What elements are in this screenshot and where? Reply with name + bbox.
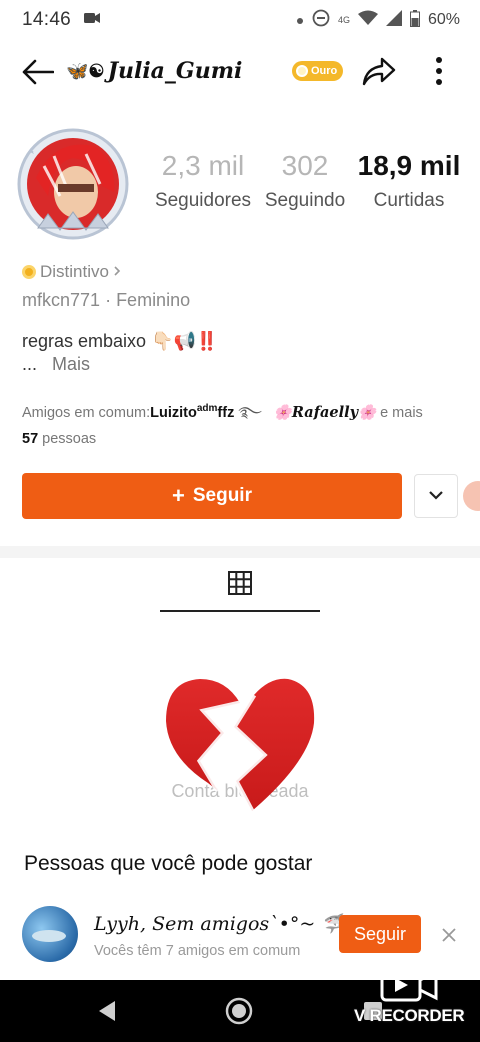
suggestion-follow-button[interactable]: Seguir — [339, 915, 421, 953]
likes-stat[interactable]: 18,9 mil Curtidas — [354, 150, 464, 212]
bio-more-link[interactable]: Mais — [52, 354, 90, 374]
mutual-suffix: e mais — [380, 404, 423, 421]
handle-row: mfkcn771 · Feminino — [22, 290, 190, 311]
suggestions-dropdown-button[interactable] — [414, 474, 458, 518]
chevron-down-icon — [428, 487, 444, 505]
grid-icon — [228, 570, 252, 600]
section-divider — [0, 546, 480, 558]
share-icon[interactable] — [360, 52, 398, 90]
back-arrow-icon[interactable] — [20, 54, 56, 90]
separator-dot: · — [105, 290, 117, 310]
mutual-friend-1-sup: adm — [196, 403, 218, 414]
network-type: 4G — [337, 15, 350, 25]
profile-title: 🦋☯ Julia_Gumi — [66, 56, 292, 86]
user-handle: mfkcn771 — [22, 290, 101, 310]
shark-image — [32, 930, 66, 942]
suggestion-item[interactable]: Lyyh, Sem amigos`•°~ 🦈 Vocês têm 7 amigo… — [0, 900, 480, 970]
battery-icon — [409, 9, 420, 31]
following-label: Seguindo — [264, 190, 346, 211]
battery-percent: 60% — [427, 11, 460, 28]
recorder-watermark: V RECORDER — [350, 964, 476, 1034]
bio: regras embaixo 👇🏻📢‼️ ... Mais — [22, 330, 218, 376]
likes-count: 18,9 mil — [357, 150, 461, 181]
badge-icon — [22, 265, 36, 279]
suggestion-subtitle: Vocês têm 7 amigos em comum — [94, 943, 301, 959]
close-icon[interactable] — [436, 922, 462, 948]
plus-icon: + — [172, 483, 185, 508]
follow-button-label: Seguir — [192, 485, 252, 506]
mutual-count-unit: pessoas — [42, 430, 97, 447]
mutual-count: 57 — [22, 430, 39, 447]
nav-home-icon[interactable] — [224, 996, 254, 1026]
profile-title-text: Julia_Gumi — [107, 58, 243, 84]
signal-icon — [385, 10, 402, 30]
recorder-label: V RECORDER — [354, 1006, 465, 1025]
mutual-friends[interactable]: Amigos em comum:Luizitoadmffz ࿐ 🌸Rafaell… — [22, 396, 462, 452]
followers-stat[interactable]: 2,3 mil Seguidores — [148, 150, 258, 212]
coin-icon — [296, 65, 308, 77]
title-decoration: 🦋☯ — [66, 60, 105, 82]
chevron-right-icon — [113, 262, 121, 282]
wifi-icon — [357, 10, 378, 30]
followers-count: 2,3 mil — [161, 150, 245, 181]
tier-badge[interactable]: Ouro — [292, 61, 344, 81]
floating-touch-indicator — [463, 481, 480, 511]
notification-dot-icon — [296, 12, 304, 29]
mutual-prefix: Amigos em comum: — [22, 404, 151, 421]
recorder-logo-icon — [380, 966, 440, 1011]
user-gender: Feminino — [116, 290, 191, 310]
suggestion-avatar[interactable] — [22, 906, 78, 962]
avatar[interactable] — [14, 126, 132, 244]
status-time: 14:46 — [22, 9, 72, 30]
bio-ellipsis: ... — [22, 354, 38, 374]
likes-label: Curtidas — [373, 190, 445, 211]
tier-badge-label: Ouro — [311, 65, 338, 77]
video-camera-icon — [83, 9, 101, 31]
followers-label: Seguidores — [154, 190, 252, 211]
tab-videos-grid[interactable] — [160, 560, 320, 612]
follow-button[interactable]: + Seguir — [22, 473, 402, 519]
status-bar: 14:46 4G 60% — [0, 0, 480, 40]
bio-text: regras embaixo 👇🏻📢‼️ — [22, 331, 219, 351]
badge-link[interactable]: Distintivo — [22, 262, 121, 282]
nav-back-icon[interactable] — [92, 996, 122, 1026]
top-nav: 🦋☯ Julia_Gumi Ouro — [0, 44, 480, 98]
broken-heart-icon — [160, 665, 320, 815]
suggestions-title: Pessoas que você pode gostar — [24, 852, 313, 875]
mutual-friend-1: Luizito — [150, 404, 197, 421]
following-stat[interactable]: 302 Seguindo — [260, 150, 350, 212]
more-vertical-icon[interactable] — [420, 52, 458, 90]
badge-label: Distintivo — [40, 262, 109, 281]
following-count: 302 — [281, 150, 329, 181]
mutual-friend-2: 🌸Rafaelly🌸 — [273, 403, 377, 421]
profile-stats: 2,3 mil Seguidores 302 Seguindo 18,9 mil… — [146, 150, 466, 220]
swirl-icon: ࿐ — [238, 404, 262, 421]
suggestion-name[interactable]: Lyyh, Sem amigos`•°~ 🦈 — [94, 912, 345, 935]
mutual-friend-1-tail: ffz — [217, 404, 235, 421]
do-not-disturb-icon — [312, 9, 330, 31]
